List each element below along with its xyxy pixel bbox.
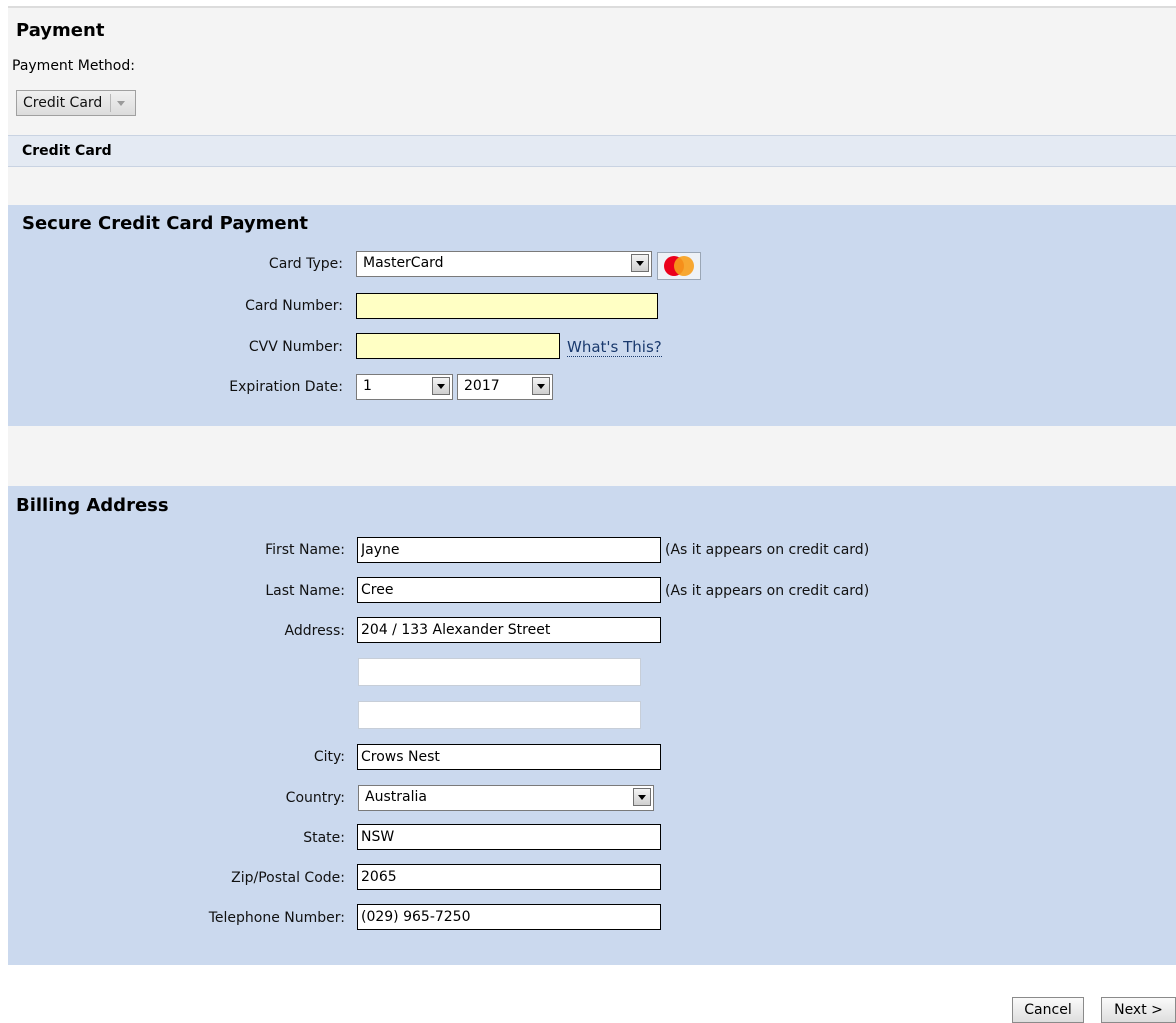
- expiration-year-value: 2017: [464, 378, 500, 394]
- card-type-value: MasterCard: [363, 255, 444, 271]
- chevron-down-icon: [633, 788, 651, 806]
- next-button[interactable]: Next >: [1101, 997, 1176, 1023]
- mastercard-logo-svg: [664, 256, 694, 276]
- country-select[interactable]: Australia: [358, 785, 654, 811]
- chevron-down-icon: [532, 377, 550, 395]
- chevron-down-icon: [631, 254, 649, 272]
- cancel-button[interactable]: Cancel: [1012, 997, 1084, 1023]
- credit-card-section-label: Credit Card: [22, 143, 112, 159]
- whats-this-link[interactable]: What's This?: [567, 338, 662, 357]
- address-line1-input[interactable]: [357, 617, 661, 643]
- city-input[interactable]: [357, 744, 661, 770]
- chevron-down-icon: [432, 377, 450, 395]
- credit-card-section-header: [8, 135, 1176, 167]
- card-number-input[interactable]: [356, 293, 658, 319]
- payment-method-label: Payment Method:: [12, 58, 135, 74]
- card-type-label: Card Type:: [268, 256, 343, 272]
- telephone-number-label: Telephone Number:: [208, 910, 345, 926]
- first-name-label: First Name:: [265, 542, 345, 558]
- chevron-down-icon: [110, 94, 131, 112]
- payment-method-select[interactable]: Credit Card: [16, 90, 136, 116]
- city-label: City:: [313, 749, 345, 765]
- last-name-label: Last Name:: [265, 583, 345, 599]
- expiration-date-label: Expiration Date:: [229, 379, 343, 395]
- payment-method-value: Credit Card: [23, 95, 103, 111]
- country-label: Country:: [285, 790, 345, 806]
- expiration-month-select[interactable]: 1: [356, 374, 453, 400]
- address-line2-input[interactable]: [358, 658, 641, 686]
- secure-payment-title: Secure Credit Card Payment: [22, 213, 309, 234]
- telephone-number-input[interactable]: [357, 904, 661, 930]
- address-line3-input[interactable]: [358, 701, 641, 729]
- cvv-number-label: CVV Number:: [248, 339, 343, 355]
- payment-title: Payment: [16, 20, 105, 41]
- payment-panel: [8, 6, 1176, 136]
- card-number-label: Card Number:: [245, 298, 343, 314]
- last-name-input[interactable]: [357, 577, 661, 603]
- country-value: Australia: [365, 789, 427, 805]
- state-input[interactable]: [357, 824, 661, 850]
- billing-address-title: Billing Address: [16, 495, 169, 516]
- state-label: State:: [303, 830, 345, 846]
- first-name-input[interactable]: [357, 537, 661, 563]
- zip-postal-code-input[interactable]: [357, 864, 661, 890]
- card-type-select[interactable]: MasterCard: [356, 251, 652, 277]
- address-label: Address:: [284, 623, 345, 639]
- zip-postal-code-label: Zip/Postal Code:: [231, 870, 345, 886]
- spacer-panel: [8, 426, 1176, 486]
- expiration-year-select[interactable]: 2017: [457, 374, 553, 400]
- expiration-month-value: 1: [363, 378, 372, 394]
- spacer-panel: [8, 167, 1176, 205]
- cvv-number-input[interactable]: [356, 333, 560, 359]
- last-name-note: (As it appears on credit card): [665, 583, 870, 599]
- mastercard-icon: [657, 252, 701, 280]
- first-name-note: (As it appears on credit card): [665, 542, 870, 558]
